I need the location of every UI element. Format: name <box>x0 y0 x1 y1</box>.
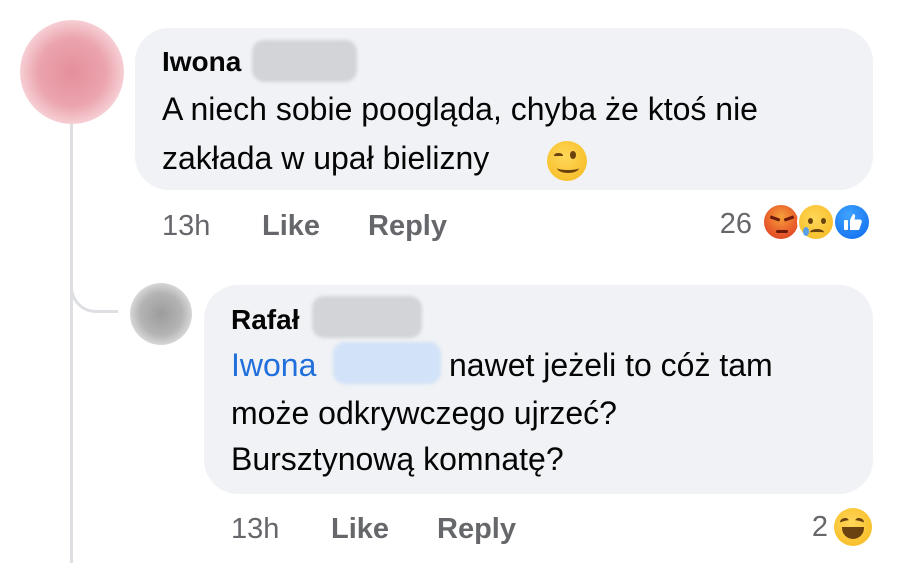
angry-reaction-icon <box>762 203 800 241</box>
comment-author[interactable]: Iwona <box>162 48 241 76</box>
avatar[interactable] <box>130 283 192 345</box>
comment-text-line: A niech sobie poogląda, chyba że ktoś ni… <box>162 91 758 127</box>
redacted-surname <box>252 40 357 82</box>
avatar[interactable] <box>20 20 124 124</box>
reply-text-line: Bursztynową komnatę? <box>231 441 564 477</box>
comment-timestamp[interactable]: 13h <box>162 212 210 241</box>
reply-button[interactable]: Reply <box>437 515 516 544</box>
redacted-mention-surname <box>333 342 441 384</box>
winking-face-icon <box>547 141 587 181</box>
reply-text-line: nawet jeżeli to cóż tam <box>449 347 773 383</box>
reply-text-line: może odkrywczego ujrzeć? <box>231 395 617 431</box>
redacted-surname <box>312 296 422 338</box>
like-button[interactable]: Like <box>262 212 320 241</box>
sad-reaction-icon <box>797 203 835 241</box>
reply-button[interactable]: Reply <box>368 212 447 241</box>
haha-reaction-icon <box>834 508 872 546</box>
like-reaction-icon <box>833 203 871 241</box>
like-button[interactable]: Like <box>331 515 389 544</box>
comment-text-line: zakłada w upał bielizny <box>162 140 490 176</box>
mention-link[interactable]: Iwona <box>231 349 316 381</box>
reactions-count[interactable]: 2 <box>790 513 828 542</box>
reply-branch-line <box>70 255 118 313</box>
reply-author[interactable]: Rafał <box>231 306 299 334</box>
thread-connector-line <box>70 122 73 563</box>
reply-timestamp[interactable]: 13h <box>231 515 279 544</box>
reactions-count[interactable]: 26 <box>700 210 752 239</box>
